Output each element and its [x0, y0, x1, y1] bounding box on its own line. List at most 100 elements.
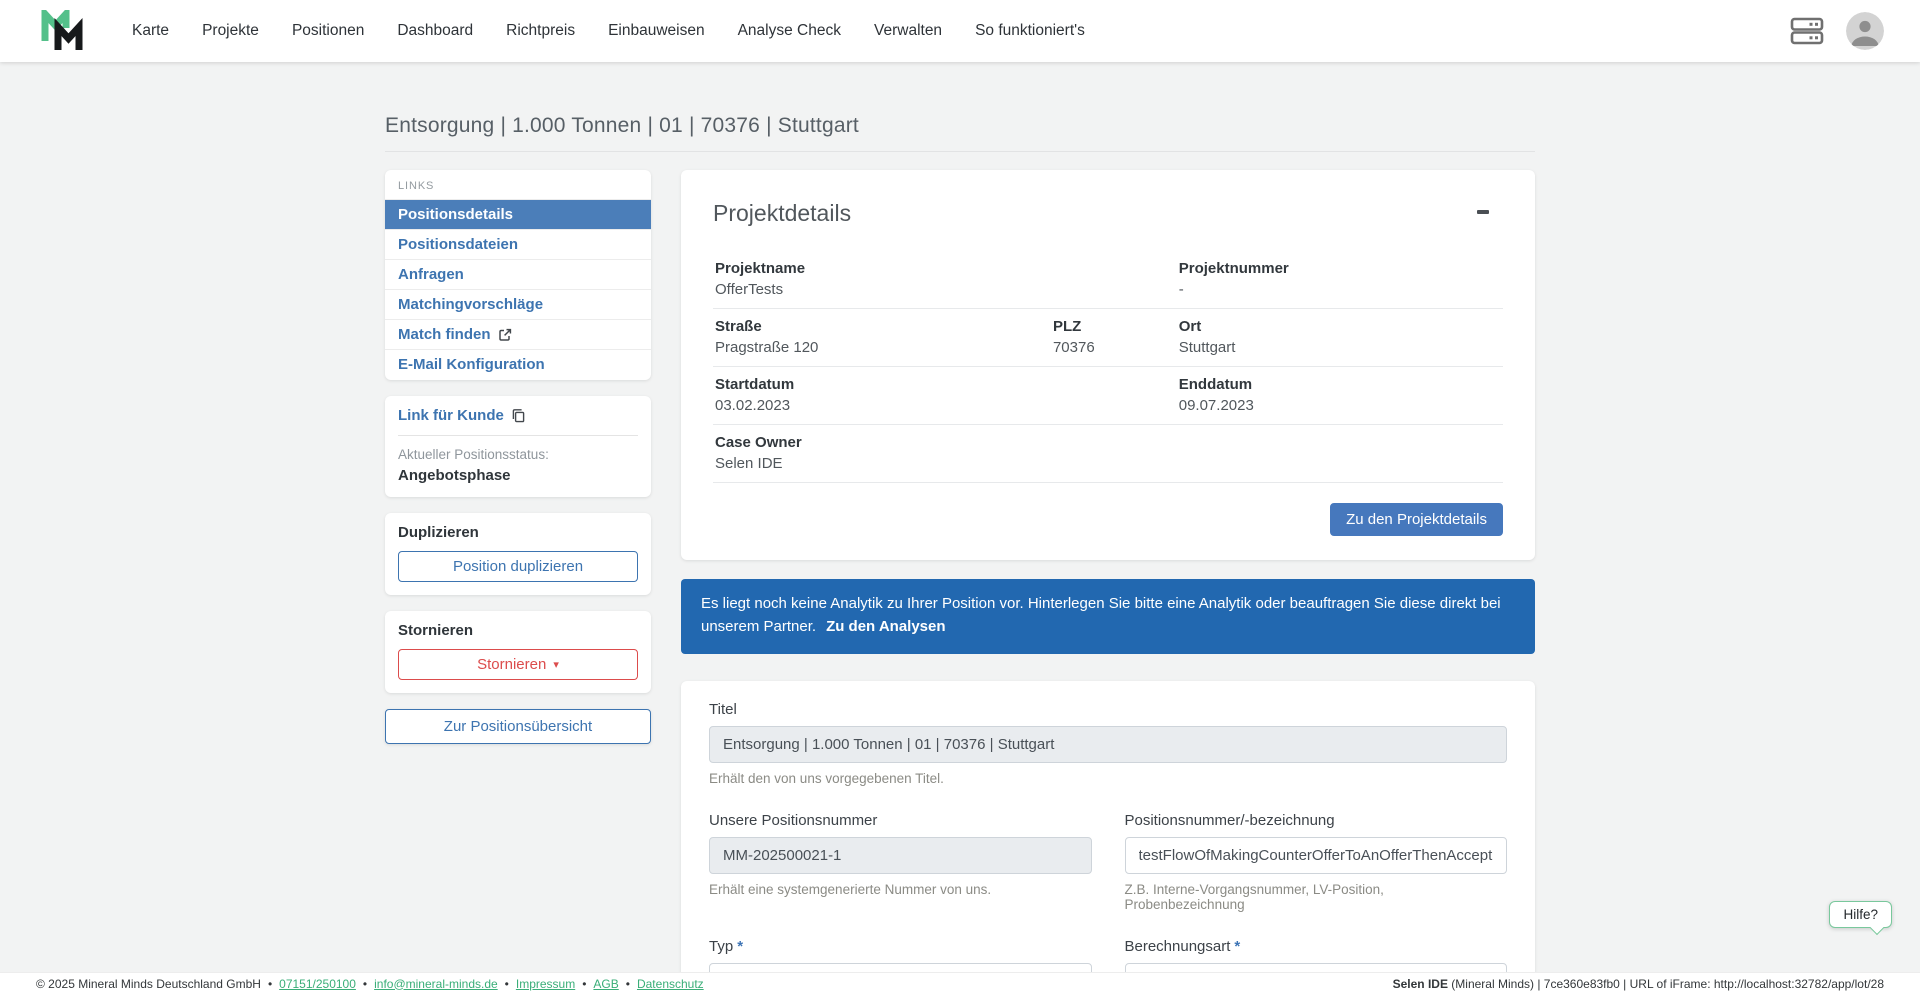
email-link[interactable]: info@mineral-minds.de	[374, 977, 498, 991]
field-label: Enddatum	[1178, 376, 1253, 393]
sidebar-item-label: Positionsdetails	[398, 206, 514, 223]
title-field[interactable]	[709, 725, 1507, 763]
customer-link-card: Link für Kunde Aktueller Positionsstatus…	[385, 396, 651, 497]
sidebar-item-label: Positionsdateien	[398, 236, 519, 253]
field-label: Projektnummer	[1178, 260, 1289, 277]
session-user: Selen IDE	[1392, 976, 1448, 991]
table-row: Startdatum 03.02.2023 Enddatum 09.07.202…	[713, 367, 1503, 425]
sidebar-item-label: E-Mail Konfiguration	[398, 356, 545, 373]
go-to-analyses-link[interactable]: Zu den Analysen	[826, 618, 945, 635]
field-value: 70376	[1052, 339, 1095, 356]
impressum-link[interactable]: Impressum	[516, 977, 575, 991]
position-form-card: Titel Erhält den von uns vorgegebenen Ti…	[681, 680, 1535, 994]
nav-item-positionen[interactable]: Positionen	[292, 22, 364, 40]
duplicate-position-button[interactable]: Position duplizieren	[398, 551, 638, 582]
position-number-field-label: Positionsnummer/-bezeichnung	[1124, 811, 1335, 829]
nav-item-projekte[interactable]: Projekte	[202, 22, 259, 40]
customer-link[interactable]: Link für Kunde	[398, 407, 504, 424]
our-number-field-label: Unsere Positionsnummer	[709, 811, 878, 829]
table-row: Projektname OfferTests Projektnummer -	[713, 251, 1503, 309]
field-value: 09.07.2023	[1178, 397, 1254, 414]
our-number-field[interactable]	[709, 836, 1092, 874]
copyright-text: © 2025 Mineral Minds Deutschland GmbH	[36, 976, 261, 991]
navbar-right	[1790, 12, 1884, 50]
footer: © 2025 Mineral Minds Deutschland GmbH 07…	[0, 972, 1920, 994]
links-card-header: LINKS	[398, 180, 435, 192]
nav-item-verwalten[interactable]: Verwalten	[874, 22, 942, 40]
position-number-field[interactable]	[1124, 836, 1507, 874]
collapse-minus-icon[interactable]	[1477, 210, 1489, 214]
copy-icon[interactable]	[511, 408, 526, 423]
sidebar-item-label: Matchingvorschläge	[398, 296, 544, 313]
project-details-card: Projektdetails Projektname OfferTests Pr…	[681, 170, 1535, 560]
duplicate-card: Duplizieren Position duplizieren	[385, 513, 651, 595]
title-field-label: Titel	[709, 700, 737, 718]
position-status-value: Angebotsphase	[398, 467, 511, 484]
phone-link[interactable]: 07151/250100	[279, 977, 356, 991]
field-value: Selen IDE	[715, 455, 783, 472]
datenschutz-link[interactable]: Datenschutz	[637, 977, 704, 991]
sidebar-item-match-finden[interactable]: Match finden	[385, 319, 651, 349]
links-card: LINKS Positionsdetails Positionsdateien …	[385, 170, 651, 380]
field-value: -	[1178, 281, 1184, 298]
sidebar: LINKS Positionsdetails Positionsdateien …	[385, 170, 651, 744]
title-field-helper: Erhält den von uns vorgegebenen Titel.	[709, 770, 944, 786]
sidebar-item-email-konfiguration[interactable]: E-Mail Konfiguration	[385, 349, 651, 379]
field-value: Pragstraße 120	[715, 339, 819, 356]
sidebar-item-label: Match finden	[398, 326, 491, 343]
project-details-title: Projektdetails	[713, 200, 852, 226]
table-row: Case Owner Selen IDE	[713, 425, 1503, 483]
title-divider	[385, 151, 1535, 152]
customer-link-row: Link für Kunde	[398, 407, 638, 436]
field-label: Ort	[1178, 318, 1202, 335]
external-link-icon	[498, 328, 511, 341]
project-details-table: Projektname OfferTests Projektnummer - S…	[713, 251, 1503, 483]
field-label: PLZ	[1052, 318, 1082, 335]
table-row: Straße Pragstraße 120 PLZ 70376 Ort Stut…	[713, 309, 1503, 367]
page-body: Entsorgung | 1.000 Tonnen | 01 | 70376 |…	[0, 62, 1920, 994]
position-overview-button[interactable]: Zur Positionsübersicht	[385, 709, 651, 744]
nav-item-dashboard[interactable]: Dashboard	[397, 22, 473, 40]
page-title: Entsorgung | 1.000 Tonnen | 01 | 70376 |…	[385, 114, 859, 137]
field-label: Case Owner	[715, 434, 802, 451]
top-navbar: Karte Projekte Positionen Dashboard Rich…	[0, 0, 1920, 62]
footer-left: © 2025 Mineral Minds Deutschland GmbH 07…	[36, 977, 704, 991]
field-label: Straße	[715, 318, 762, 335]
banner-text: Es liegt noch keine Analytik zu Ihrer Po…	[701, 595, 1501, 636]
server-rack-icon[interactable]	[1790, 16, 1824, 46]
field-value: Stuttgart	[1178, 339, 1236, 356]
footer-session-info: Selen IDE (Mineral Minds) | 7ce360e83fb0…	[1393, 977, 1884, 991]
nav-item-so-funktionierts[interactable]: So funktioniert's	[975, 22, 1085, 40]
type-field-label: Typ *	[709, 938, 1092, 955]
sidebar-item-positionsdetails[interactable]: Positionsdetails	[385, 199, 651, 229]
cancel-button-label: Stornieren	[477, 656, 547, 673]
help-button[interactable]: Hilfe?	[1829, 901, 1892, 928]
field-label: Startdatum	[715, 376, 795, 393]
go-to-project-details-button[interactable]: Zu den Projektdetails	[1330, 503, 1503, 536]
sidebar-item-anfragen[interactable]: Anfragen	[385, 259, 651, 289]
duplicate-card-header: Duplizieren	[398, 524, 479, 541]
cancel-card: Stornieren Stornieren ▾	[385, 611, 651, 693]
analytics-info-banner: Es liegt noch keine Analytik zu Ihrer Po…	[681, 579, 1535, 654]
position-status-label: Aktueller Positionsstatus:	[398, 447, 549, 462]
cancel-card-header: Stornieren	[398, 622, 474, 639]
sidebar-item-matchingvorschlaege[interactable]: Matchingvorschläge	[385, 289, 651, 319]
nav-item-einbauweisen[interactable]: Einbauweisen	[608, 22, 705, 40]
nav-item-analyse-check[interactable]: Analyse Check	[738, 22, 841, 40]
session-details: (Mineral Minds) | 7ce360e83fb0 | URL of …	[1447, 976, 1884, 991]
logo-icon	[41, 10, 83, 50]
field-label: Projektname	[715, 260, 806, 277]
user-avatar-icon[interactable]	[1846, 12, 1884, 50]
field-value: 03.02.2023	[715, 397, 791, 414]
chevron-down-icon: ▾	[553, 659, 559, 671]
nav-links: Karte Projekte Positionen Dashboard Rich…	[132, 22, 1085, 40]
mineral-minds-logo[interactable]	[40, 10, 86, 52]
sidebar-item-label: Anfragen	[398, 266, 464, 283]
position-number-field-helper: Z.B. Interne-Vorgangsnummer, LV-Position…	[1124, 881, 1384, 912]
sidebar-item-positionsdateien[interactable]: Positionsdateien	[385, 229, 651, 259]
nav-item-karte[interactable]: Karte	[132, 22, 169, 40]
agb-link[interactable]: AGB	[593, 977, 618, 991]
cancel-position-button[interactable]: Stornieren ▾	[398, 649, 638, 680]
required-asterisk: *	[737, 937, 744, 955]
nav-item-richtpreis[interactable]: Richtpreis	[506, 22, 575, 40]
